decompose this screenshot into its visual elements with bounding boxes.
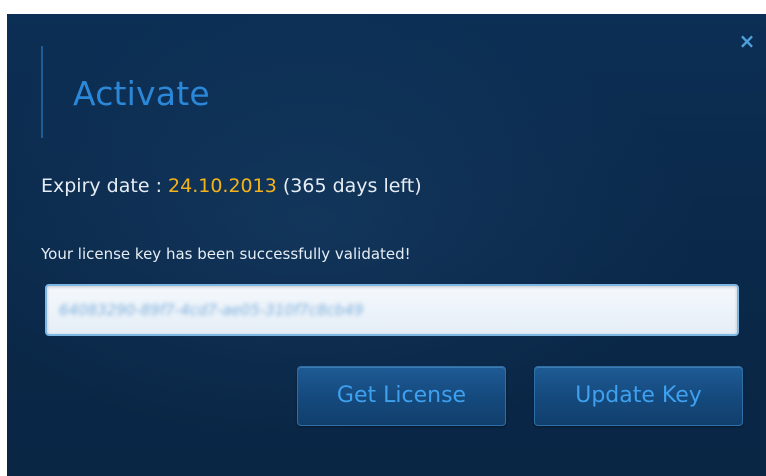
update-key-button[interactable]: Update Key: [534, 366, 743, 426]
close-icon[interactable]: ×: [736, 30, 758, 52]
days-left-prefix: (: [276, 175, 291, 197]
expiry-info: Expiry date : 24.10.2013 (365 days left): [41, 175, 422, 197]
license-key-value: 64083290-89f7-4cd7-ae05-310f7c8cb49: [59, 301, 364, 319]
days-left-count: 365: [290, 175, 327, 197]
get-license-button[interactable]: Get License: [297, 366, 506, 426]
expiry-date: 24.10.2013: [168, 175, 277, 197]
title-accent-bar: [41, 46, 43, 138]
expiry-label: Expiry date :: [41, 175, 169, 197]
validation-status-message: Your license key has been successfully v…: [41, 245, 411, 263]
activate-dialog: × Activate Expiry date : 24.10.2013 (365…: [7, 14, 766, 476]
days-left-suffix: days left): [326, 175, 422, 197]
dialog-title: Activate: [73, 74, 210, 113]
license-key-field[interactable]: 64083290-89f7-4cd7-ae05-310f7c8cb49: [45, 284, 739, 336]
